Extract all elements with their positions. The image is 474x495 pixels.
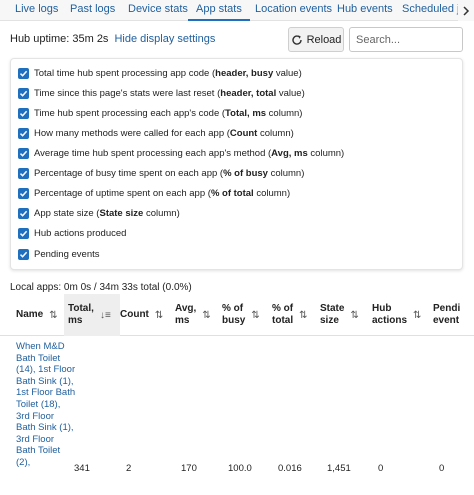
sort-descending-icon[interactable]: ↓≡ xyxy=(100,310,111,321)
setting-label: App state size (State size column) xyxy=(34,208,180,219)
table-row: When M&D Bath Toilet (14), 1st Floor Bat… xyxy=(0,336,474,495)
column-header-label: Pendi event xyxy=(433,303,461,326)
column-header-pct-busy[interactable]: % of busy ⇅ xyxy=(222,294,272,336)
column-header-label: Name xyxy=(16,309,44,320)
column-header-label: % of busy xyxy=(222,303,246,326)
count-cell: 2 xyxy=(126,463,132,474)
search-input[interactable] xyxy=(349,27,463,52)
setting-pct-busy-column[interactable]: Percentage of busy time spent on each ap… xyxy=(18,166,304,181)
setting-count-column[interactable]: How many methods were called for each ap… xyxy=(18,126,294,141)
setting-busy-time[interactable]: Total time hub spent processing app code… xyxy=(18,66,302,81)
table-header: Name ⇅ Total, ms ↓≡ Count ⇅ Avg, ms ⇅% of busy ⇅% o… xyxy=(0,294,474,336)
setting-pct-total-column[interactable]: Percentage of uptime spent on each app (… xyxy=(18,186,290,201)
setting-label: How many methods were called for each ap… xyxy=(34,128,294,139)
setting-avg-ms-column[interactable]: Average time hub spent processing each a… xyxy=(18,146,344,161)
tab-live-logs[interactable]: Live logs xyxy=(15,0,58,21)
pending-events-cell: 0 xyxy=(439,463,445,474)
tab-location-events[interactable]: Location events xyxy=(255,0,332,21)
hub-actions-cell: 0 xyxy=(378,463,384,474)
column-header-label: Total, ms xyxy=(68,303,94,326)
refresh-icon xyxy=(291,34,302,45)
tab-app-stats[interactable]: App stats xyxy=(188,0,250,21)
column-header-total-ms[interactable]: Total, ms ↓≡ xyxy=(64,294,120,336)
sort-icon[interactable]: ⇅ xyxy=(155,310,163,321)
sort-icon[interactable]: ⇅ xyxy=(202,310,210,321)
column-header-hub-actions[interactable]: Hub actions ⇅ xyxy=(372,294,433,336)
column-header-name[interactable]: Name ⇅ xyxy=(16,294,68,336)
setting-label: Time hub spent processing each app's cod… xyxy=(34,108,303,119)
column-header-label: State size xyxy=(320,303,345,326)
sort-icon[interactable]: ⇅ xyxy=(413,310,421,321)
setting-pending-events-column[interactable]: Pending events xyxy=(18,247,100,262)
column-header-pending-events[interactable]: Pendi event xyxy=(433,294,474,336)
hub-uptime-text: Hub uptime: 35m 2s xyxy=(10,33,109,45)
column-header-label: % of total xyxy=(272,303,294,326)
reload-label: Reload xyxy=(306,33,342,46)
setting-label: Average time hub spent processing each a… xyxy=(34,148,345,159)
column-header-label: Count xyxy=(120,309,149,320)
column-header-count[interactable]: Count ⇅ xyxy=(120,294,175,336)
pct-busy-cell: 100.0 xyxy=(228,463,252,474)
tabs-scroll-right-button[interactable] xyxy=(458,0,474,21)
checkbox-checked-icon[interactable] xyxy=(18,88,29,99)
checkbox-checked-icon[interactable] xyxy=(18,128,29,139)
setting-label: Pending events xyxy=(34,249,100,260)
checkbox-checked-icon[interactable] xyxy=(18,68,29,79)
column-header-label: Hub actions xyxy=(372,303,408,326)
checkbox-checked-icon[interactable] xyxy=(18,208,29,219)
checkbox-checked-icon[interactable] xyxy=(18,188,29,199)
checkbox-checked-icon[interactable] xyxy=(18,168,29,179)
hide-display-settings-link[interactable]: Hide display settings xyxy=(114,33,215,45)
avg-ms-cell: 170 xyxy=(181,463,197,474)
tab-scheduled-jobs[interactable]: Scheduled jo xyxy=(402,0,466,21)
log-tabs: Live logs Past logs Device stats App sta… xyxy=(0,0,474,21)
column-header-avg-ms[interactable]: Avg, ms ⇅ xyxy=(175,294,222,336)
column-header-state-size[interactable]: State size ⇅ xyxy=(320,294,372,336)
display-settings-panel: Total time hub spent processing app code… xyxy=(10,58,463,270)
checkbox-checked-icon[interactable] xyxy=(18,148,29,159)
setting-label: Percentage of uptime spent on each app (… xyxy=(34,188,291,199)
checkbox-checked-icon[interactable] xyxy=(18,228,29,239)
column-header-pct-total[interactable]: % of total ⇅ xyxy=(272,294,320,336)
tab-hub-events[interactable]: Hub events xyxy=(337,0,393,21)
tab-past-logs[interactable]: Past logs xyxy=(70,0,115,21)
reload-button[interactable]: Reload xyxy=(288,27,344,52)
hub-uptime: Hub uptime: 35m 2s Hide display settings xyxy=(10,33,215,45)
sort-icon[interactable]: ⇅ xyxy=(299,310,307,321)
sort-icon[interactable]: ⇅ xyxy=(350,310,358,321)
column-header-label: Avg, ms xyxy=(175,303,197,326)
local-apps-summary: Local apps: 0m 0s / 34m 33s total (0.0%) xyxy=(10,282,192,293)
setting-label: Percentage of busy time spent on each ap… xyxy=(34,168,305,179)
setting-label: Total time hub spent processing app code… xyxy=(34,68,302,79)
setting-label: Time since this page's stats were last r… xyxy=(34,88,305,99)
setting-total-time[interactable]: Time since this page's stats were last r… xyxy=(18,86,305,101)
pct-total-cell: 0.016 xyxy=(278,463,302,474)
app-stats-page: Live logs Past logs Device stats App sta… xyxy=(0,0,474,495)
setting-state-size-column[interactable]: App state size (State size column) xyxy=(18,206,180,221)
setting-hub-actions-column[interactable]: Hub actions produced xyxy=(18,226,126,241)
checkbox-checked-icon[interactable] xyxy=(18,249,29,260)
checkbox-checked-icon[interactable] xyxy=(18,108,29,119)
tab-device-stats[interactable]: Device stats xyxy=(128,0,188,21)
total-ms-cell: 341 xyxy=(74,463,90,474)
sort-icon[interactable]: ⇅ xyxy=(49,310,57,321)
chevron-right-icon xyxy=(463,5,470,16)
setting-total-ms-column[interactable]: Time hub spent processing each app's cod… xyxy=(18,106,302,121)
sort-icon[interactable]: ⇅ xyxy=(251,310,259,321)
app-name-link[interactable]: When M&D Bath Toilet (14), 1st Floor Bat… xyxy=(16,341,76,469)
setting-label: Hub actions produced xyxy=(34,228,127,239)
state-size-cell: 1,451 xyxy=(327,463,351,474)
